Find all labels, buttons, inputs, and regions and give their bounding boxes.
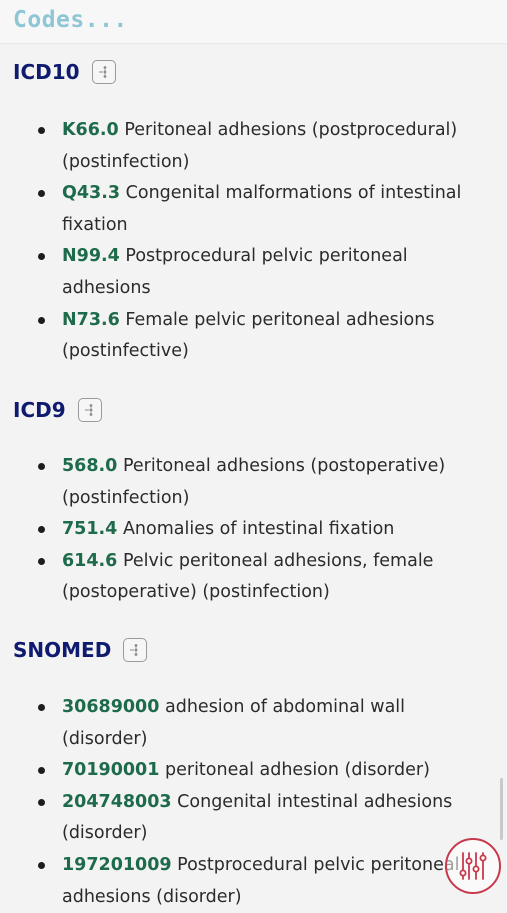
section-header-icd10: ICD10 [13, 58, 116, 86]
filter-sliders-icon [459, 852, 487, 880]
list-item[interactable]: K66.0 Peritoneal adhesions (postprocedur… [0, 115, 507, 178]
list-item[interactable]: 614.6 Pelvic peritoneal adhesions, femal… [0, 546, 507, 609]
bullet [38, 557, 45, 565]
bullet [38, 767, 45, 775]
bullet [38, 526, 45, 534]
bullet [38, 704, 45, 711]
hierarchy-tree-icon [98, 66, 106, 78]
code-description: peritoneal adhesion (disorder) [165, 760, 430, 781]
code-value: Q43.3 [62, 183, 121, 204]
code-value: 70190001 [62, 760, 160, 781]
code-value: 568.0 [62, 456, 118, 476]
list-item[interactable]: 568.0 Peritoneal adhesions (postoperativ… [0, 451, 507, 514]
code-value: N73.6 [62, 309, 120, 330]
code-value: 197201009 [62, 854, 172, 875]
code-list-icd10: K66.0 Peritoneal adhesions (postprocedur… [0, 115, 507, 368]
code-value: 204748003 [62, 791, 172, 812]
bullet [38, 798, 45, 806]
code-description: Pelvic peritoneal adhesions, female (pos… [62, 550, 434, 603]
page-title: Codes... [13, 7, 128, 33]
code-list-icd9: 568.0 Peritoneal adhesions (postoperativ… [0, 451, 507, 609]
code-description: Peritoneal adhesions (postprocedural) (p… [62, 120, 458, 172]
code-value: 30689000 [62, 697, 160, 717]
hierarchy-button-icd9[interactable] [77, 398, 102, 422]
list-item[interactable]: N73.6 Female pelvic peritoneal adhesions… [0, 305, 507, 368]
filter-fab-button[interactable] [445, 838, 501, 894]
hierarchy-tree-icon [130, 644, 138, 656]
list-item[interactable]: Q43.3 Congenital malformations of intest… [0, 178, 507, 241]
list-item[interactable]: 204748003 Congenital intestinal adhesion… [0, 787, 507, 850]
bullet [38, 463, 45, 470]
bullet [38, 127, 45, 134]
bullet [38, 316, 45, 324]
list-item[interactable]: 751.4 Anomalies of intestinal fixation [0, 514, 507, 546]
app-header: Codes... [0, 0, 507, 44]
code-value: 751.4 [62, 519, 118, 540]
code-value: N99.4 [62, 246, 120, 267]
code-description: Peritoneal adhesions (postoperative) (po… [62, 456, 446, 508]
list-item[interactable]: 197201009 Postprocedural pelvic peritone… [0, 850, 507, 913]
code-description: Congenital malformations of intestinal f… [62, 183, 462, 235]
code-description: Anomalies of intestinal fixation [122, 519, 395, 540]
hierarchy-button-icd10[interactable] [91, 60, 116, 84]
hierarchy-tree-icon [84, 404, 93, 416]
section-title-icd10: ICD10 [13, 60, 80, 84]
bullet [38, 190, 45, 198]
hierarchy-button-snomed[interactable] [123, 638, 148, 662]
code-value: K66.0 [62, 120, 119, 140]
section-header-snomed: SNOMED [13, 636, 148, 664]
list-item[interactable]: N99.4 Postprocedural pelvic peritoneal a… [0, 241, 507, 304]
code-list-snomed: 30689000 adhesion of abdominal wall (dis… [0, 692, 507, 913]
bullet [38, 861, 45, 869]
list-item[interactable]: 30689000 adhesion of abdominal wall (dis… [0, 692, 507, 755]
section-title-icd9: ICD9 [13, 398, 66, 422]
code-value: 614.6 [62, 550, 118, 571]
section-header-icd9: ICD9 [13, 396, 102, 424]
scrollbar[interactable] [500, 778, 503, 840]
bullet [38, 253, 45, 261]
section-title-snomed: SNOMED [13, 638, 112, 662]
list-item[interactable]: 70190001 peritoneal adhesion (disorder) [0, 755, 507, 787]
